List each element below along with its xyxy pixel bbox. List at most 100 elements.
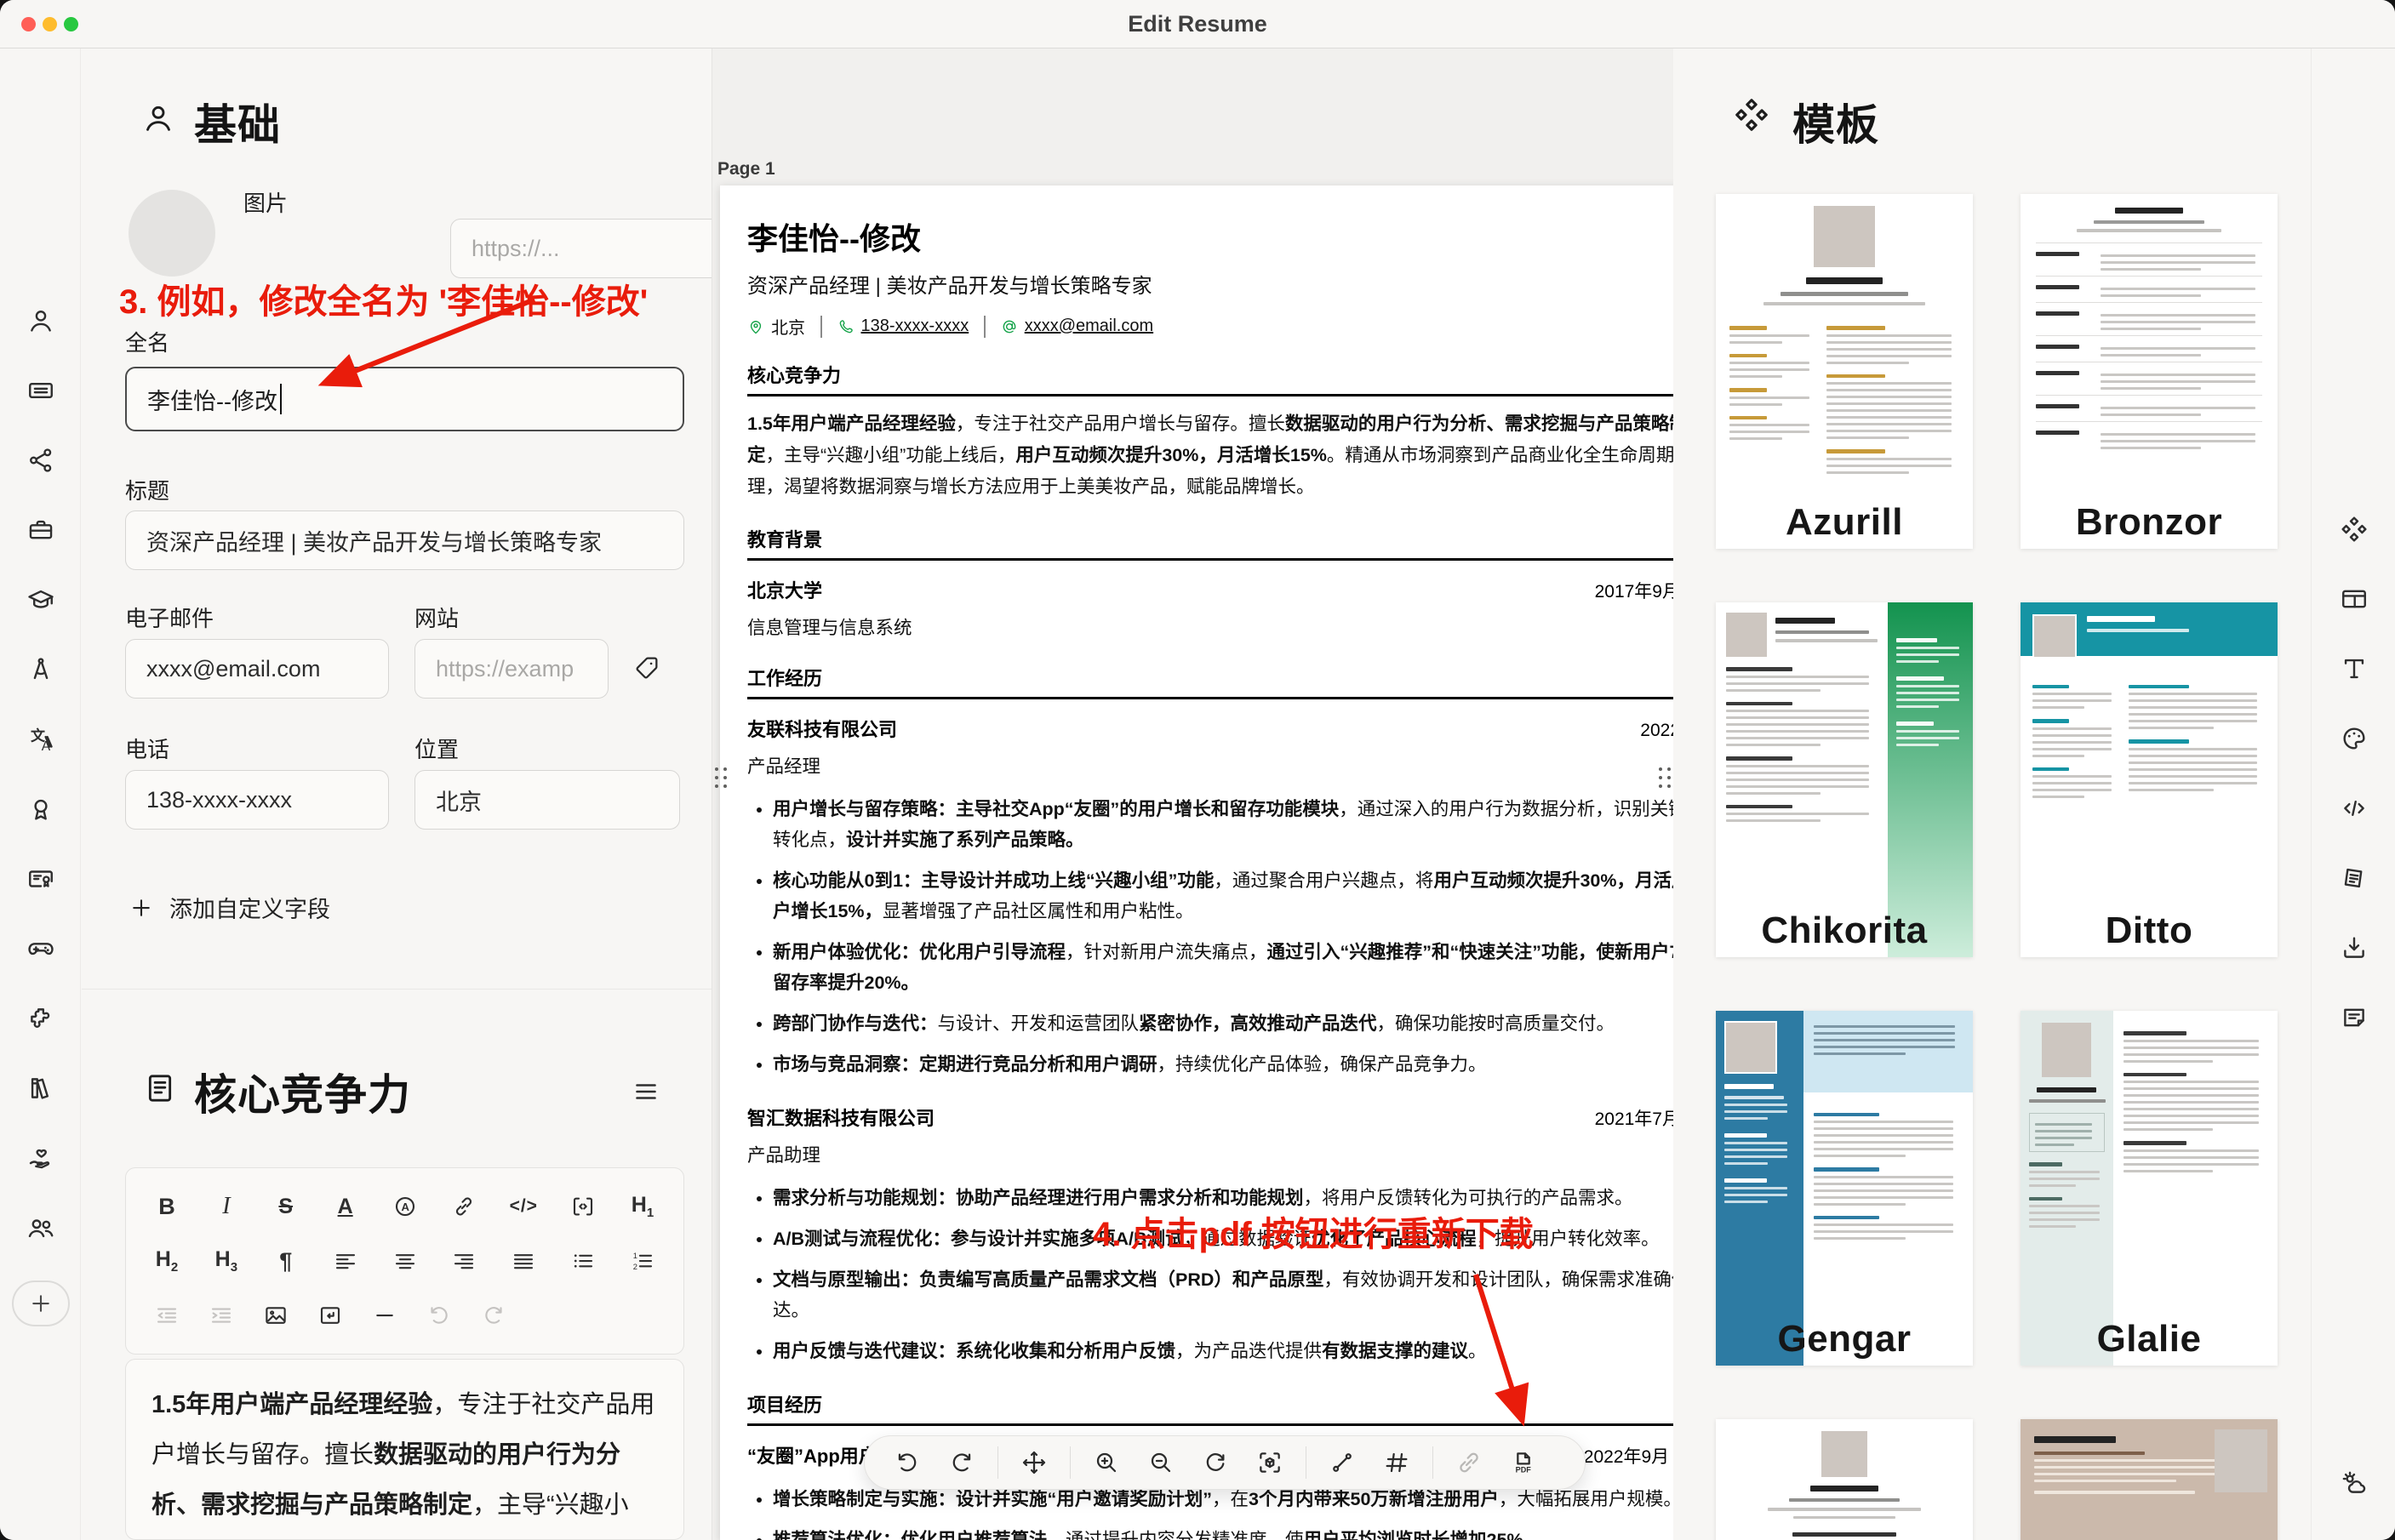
contact-item: 138-xxxx-xxxx [837, 317, 969, 336]
highlight-button[interactable]: A [378, 1183, 432, 1230]
rightbar-item-theme[interactable] [2312, 716, 2395, 761]
template-card-bronzor[interactable]: Bronzor [2021, 194, 2278, 549]
contact-text[interactable]: xxxx@email.com [1025, 317, 1153, 336]
template-card-glalie[interactable]: Glalie [2021, 1011, 2278, 1366]
horizontal-rule-button[interactable] [357, 1292, 412, 1339]
h3-button[interactable]: H3 [199, 1237, 254, 1285]
sidebar-item-certifications[interactable] [0, 857, 81, 901]
sidebar-item-interests[interactable] [0, 927, 81, 971]
left-section-rail: 文A [0, 48, 81, 1540]
summary-options-button[interactable] [631, 1076, 661, 1107]
indent-button[interactable] [194, 1292, 249, 1339]
certificate-icon [26, 864, 55, 893]
sidebar-item-languages[interactable]: 文A [0, 717, 81, 761]
list-ordered-button[interactable]: 12 [615, 1237, 670, 1285]
zoom-in-button[interactable] [1081, 1437, 1132, 1488]
template-card-kakuna[interactable] [1716, 1419, 1973, 1540]
sidebar-item-experience[interactable] [0, 508, 81, 552]
rightbar-item-layout[interactable] [2312, 577, 2395, 621]
website-input[interactable] [414, 639, 609, 699]
align-left-button[interactable] [318, 1237, 373, 1285]
center-view-button[interactable] [1244, 1437, 1295, 1488]
h2-button[interactable]: H2 [140, 1237, 194, 1285]
phone-input[interactable] [125, 770, 389, 830]
entry-title: 北京大学 [747, 576, 822, 603]
picture-url-input[interactable] [450, 219, 712, 278]
code-button[interactable]: </> [496, 1183, 551, 1230]
resize-handle-right[interactable] [1659, 767, 1671, 788]
template-card-leafish[interactable] [2021, 1419, 2278, 1540]
link-button[interactable] [437, 1183, 491, 1230]
italic-button[interactable]: I [199, 1183, 254, 1230]
reset-zoom-button[interactable] [1190, 1437, 1241, 1488]
headline-input[interactable] [125, 510, 684, 570]
contact-text[interactable]: 138-xxxx-xxxx [861, 317, 969, 336]
rightbar-item-templates[interactable] [2312, 507, 2395, 551]
full-name-input[interactable]: 李佳怡--修改 [125, 367, 684, 431]
add-section-button[interactable] [12, 1280, 70, 1326]
strike-button[interactable]: S [259, 1183, 313, 1230]
sidebar-item-projects[interactable] [0, 996, 81, 1041]
app-window: Edit Resume 文A 基础 图片 全名 李佳怡--修改 标题 电子邮件 … [0, 0, 2395, 1540]
page-numbers-button[interactable] [1371, 1437, 1422, 1488]
avatar[interactable] [129, 190, 215, 277]
template-card-ditto[interactable]: Ditto [2021, 602, 2278, 957]
redo-button[interactable] [936, 1437, 987, 1488]
sidebar-item-volunteering[interactable] [0, 1136, 81, 1180]
sidebar-item-education[interactable] [0, 578, 81, 622]
copy-link-icon [1455, 1449, 1483, 1476]
pan-button[interactable] [1009, 1437, 1060, 1488]
sidebar-item-basics[interactable] [0, 299, 81, 343]
sidebar-item-awards[interactable] [0, 787, 81, 831]
add-custom-field-button[interactable]: 添加自定义字段 [129, 891, 330, 924]
align-center-button[interactable] [378, 1237, 432, 1285]
rightbar-item-page[interactable] [2312, 856, 2395, 900]
sidebar-item-summary[interactable] [0, 368, 81, 413]
rightbar-item-typography[interactable] [2312, 647, 2395, 691]
h1-button[interactable]: H1 [615, 1183, 670, 1230]
sidebar-item-profiles[interactable] [0, 438, 81, 482]
entry-title: 友联科技有限公司 [747, 715, 897, 742]
sidebar-item-skills[interactable] [0, 647, 81, 692]
cloud-sun-icon [2340, 1469, 2369, 1497]
add-custom-field-label: 添加自定义字段 [169, 891, 330, 924]
bullet-item: 需求分析与功能规划：协助产品经理进行用户需求分析和功能规划，将用户反馈转化为可执… [773, 1183, 1673, 1213]
email-input[interactable] [125, 639, 389, 699]
bullet-item: A/B测试与流程优化：参与设计并实施多项A/B测试，通过数据验证优化了产品核心流… [773, 1223, 1673, 1254]
user-icon [141, 101, 175, 135]
sidebar-item-references[interactable] [0, 1206, 81, 1250]
resize-handle-left[interactable] [715, 767, 727, 788]
image-button[interactable] [249, 1292, 303, 1339]
paragraph-button[interactable]: ¶ [259, 1237, 313, 1285]
outdent-button[interactable] [140, 1292, 194, 1339]
rightbar-item-notes[interactable] [2312, 995, 2395, 1040]
undo-button[interactable] [882, 1437, 933, 1488]
theme-toggle-button[interactable] [2312, 1461, 2395, 1505]
list-bullet-button[interactable] [556, 1237, 610, 1285]
hard-break-button[interactable] [303, 1292, 357, 1339]
template-card-azurill[interactable]: Azurill [1716, 194, 1973, 549]
resume-section: 核心竞争力1.5年用户端产品经理经验，专注于社交产品用户增长与留存。擅长数据驱动… [747, 361, 1673, 503]
summary-editor-content[interactable]: 1.5年用户端产品经理经验，专注于社交产品用户增长与留存。擅长数据驱动的用户行为… [125, 1359, 684, 1540]
compass-tool-icon [26, 655, 55, 684]
bold-button[interactable]: B [140, 1183, 194, 1230]
rightbar-item-export[interactable] [2312, 926, 2395, 970]
align-right-button[interactable] [437, 1237, 491, 1285]
preview-toolbar: PDF [864, 1435, 1586, 1490]
download-pdf-button[interactable]: PDF [1498, 1437, 1549, 1488]
template-card-gengar[interactable]: Gengar [1716, 1011, 1973, 1366]
undo-button[interactable] [412, 1292, 466, 1339]
bullet-item: 用户反馈与迭代建议：系统化收集和分析用户反馈，为产品迭代提供有数据支撑的建议。 [773, 1336, 1673, 1366]
sidebar-item-publications[interactable] [0, 1066, 81, 1110]
align-justify-button[interactable] [496, 1237, 551, 1285]
zoom-out-button[interactable] [1135, 1437, 1186, 1488]
copy-link-button[interactable] [1443, 1437, 1495, 1488]
code-block-button[interactable] [556, 1183, 610, 1230]
underline-button[interactable]: A [318, 1183, 373, 1230]
redo-button[interactable] [466, 1292, 521, 1339]
template-card-chikorita[interactable]: Chikorita [1716, 602, 1973, 957]
rightbar-item-custom-css[interactable] [2312, 786, 2395, 830]
page-break-line-button[interactable] [1317, 1437, 1368, 1488]
location-input[interactable] [414, 770, 680, 830]
svg-text:PDF: PDF [1516, 1465, 1532, 1474]
